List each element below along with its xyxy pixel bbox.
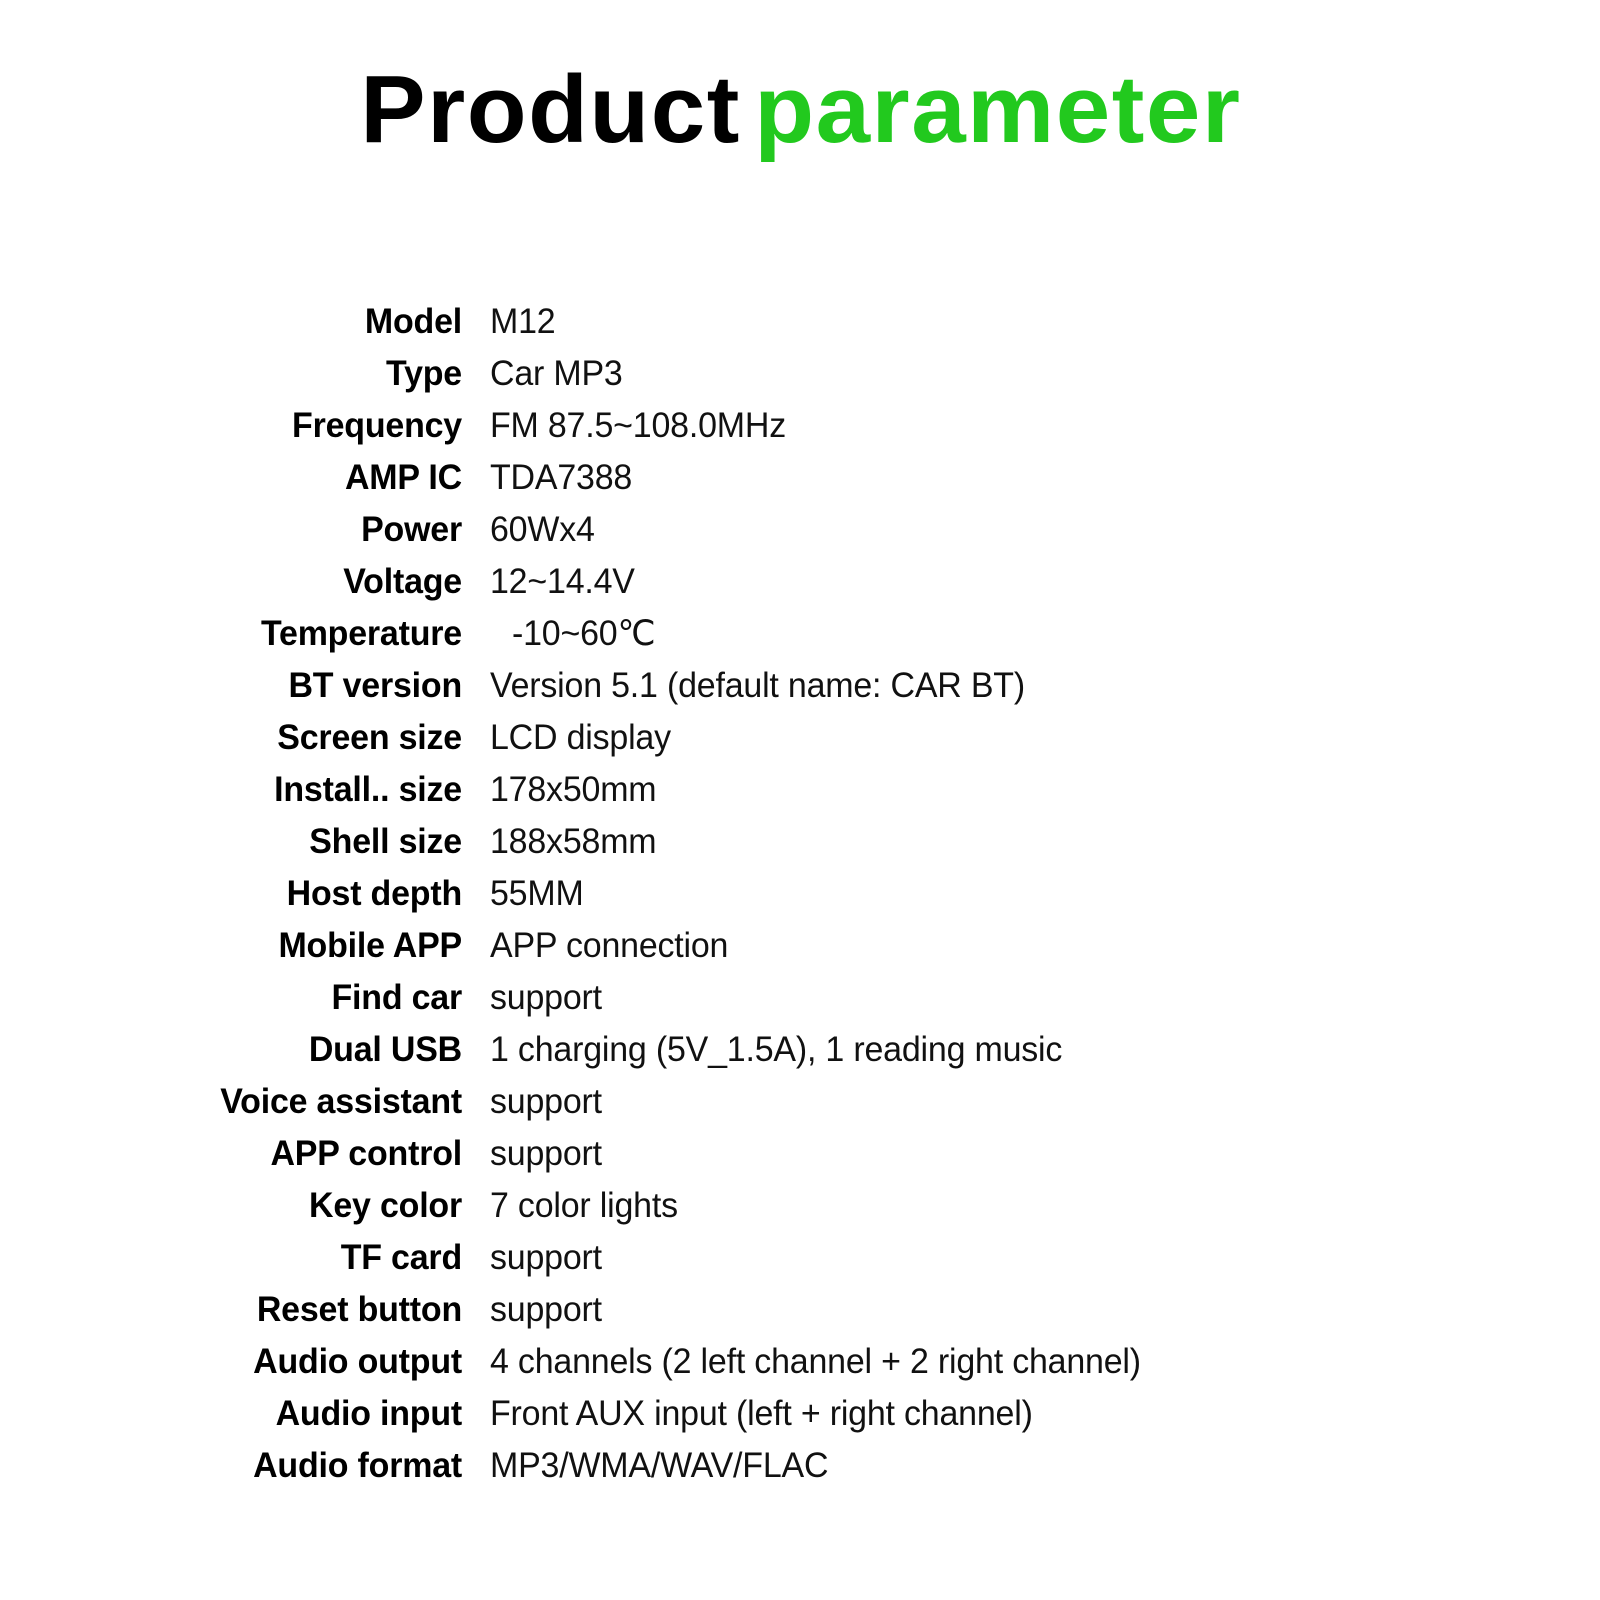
spec-label: TF card (340, 1238, 462, 1277)
spec-value: APP connection (490, 926, 729, 965)
spec-label: Audio format (253, 1446, 462, 1485)
spec-row: Reset button support (0, 1284, 1600, 1336)
spec-value: Front AUX input (left + right channel) (490, 1394, 1033, 1433)
spec-label: Type (386, 354, 462, 393)
spec-label: Shell size (309, 822, 462, 861)
spec-row: Audio output 4 channels (2 left channel +… (0, 1336, 1600, 1388)
spec-value: support (490, 978, 602, 1017)
spec-label: APP control (270, 1134, 462, 1173)
spec-value: Version 5.1 (default name: CAR BT) (490, 666, 1025, 705)
spec-value: TDA7388 (490, 458, 633, 497)
spec-row: Find car support (0, 972, 1600, 1024)
spec-value: 55MM (490, 874, 584, 913)
spec-row: BT version Version 5.1 (default name: CAR… (0, 660, 1600, 712)
spec-label: Temperature (260, 614, 462, 653)
spec-row: Model M12 (0, 296, 1600, 348)
spec-label: Key color (309, 1186, 462, 1225)
spec-row: Install.. size 178x50mm (0, 764, 1600, 816)
spec-value: Car MP3 (490, 354, 623, 393)
spec-value: support (490, 1238, 602, 1277)
spec-row: Key color 7 color lights (0, 1180, 1600, 1232)
spec-value: support (490, 1134, 602, 1173)
spec-label: Audio input (275, 1394, 463, 1433)
specification-table: Model M12 Type Car MP3 Frequency FM 87.5~108.… (0, 296, 1600, 1492)
page-title-accent: parameter (753, 56, 1242, 163)
spec-label: Dual USB (308, 1030, 462, 1069)
spec-row: TF card support (0, 1232, 1600, 1284)
spec-value: LCD display (490, 718, 671, 757)
spec-value: 178x50mm (490, 770, 657, 809)
spec-value: -10~60℃ (512, 614, 656, 653)
spec-value: support (490, 1082, 602, 1121)
spec-row: Audio input Front AUX input (left + right… (0, 1388, 1600, 1440)
spec-label: Frequency (292, 406, 462, 445)
spec-value: M12 (490, 302, 556, 341)
spec-label: BT version (288, 666, 462, 705)
spec-value: FM 87.5~108.0MHz (490, 406, 786, 445)
spec-value: support (490, 1290, 602, 1329)
spec-row: Screen size LCD display (0, 712, 1600, 764)
spec-label: Audio output (253, 1342, 462, 1381)
spec-label: Host depth (286, 874, 463, 913)
spec-label: Voice assistant (220, 1082, 462, 1121)
spec-row: Audio format MP3/WMA/WAV/FLAC (0, 1440, 1600, 1492)
spec-value: 188x58mm (490, 822, 657, 861)
page-title-primary: Product (359, 56, 741, 163)
spec-label: Voltage (343, 562, 462, 601)
spec-row: Type Car MP3 (0, 348, 1600, 400)
spec-row: Frequency FM 87.5~108.0MHz (0, 400, 1600, 452)
spec-row: Voltage 12~14.4V (0, 556, 1600, 608)
spec-row: Host depth 55MM (0, 868, 1600, 920)
spec-label: AMP IC (344, 458, 462, 497)
spec-value: 4 channels (2 left channel + 2 right cha… (490, 1342, 1141, 1381)
spec-label: Install.. size (274, 770, 462, 809)
spec-value: 1 charging (5V_1.5A), 1 reading music (490, 1030, 1063, 1069)
spec-label: Screen size (277, 718, 462, 757)
spec-row: AMP IC TDA7388 (0, 452, 1600, 504)
spec-row: APP control support (0, 1128, 1600, 1180)
spec-row: Temperature -10~60℃ (0, 608, 1600, 660)
spec-row: Mobile APP APP connection (0, 920, 1600, 972)
spec-value: 60Wx4 (490, 510, 595, 549)
spec-row: Shell size 188x58mm (0, 816, 1600, 868)
spec-value: MP3/WMA/WAV/FLAC (490, 1446, 829, 1485)
spec-value: 12~14.4V (490, 562, 635, 601)
spec-label: Model (364, 302, 462, 341)
page-title: Product parameter (0, 62, 1600, 158)
spec-row: Dual USB 1 charging (5V_1.5A), 1 reading … (0, 1024, 1600, 1076)
spec-row: Power 60Wx4 (0, 504, 1600, 556)
spec-label: Find car (331, 978, 462, 1017)
spec-label: Mobile APP (278, 926, 462, 965)
spec-label: Power (361, 510, 462, 549)
spec-value: 7 color lights (490, 1186, 678, 1225)
spec-row: Voice assistant support (0, 1076, 1600, 1128)
spec-label: Reset button (256, 1290, 462, 1329)
